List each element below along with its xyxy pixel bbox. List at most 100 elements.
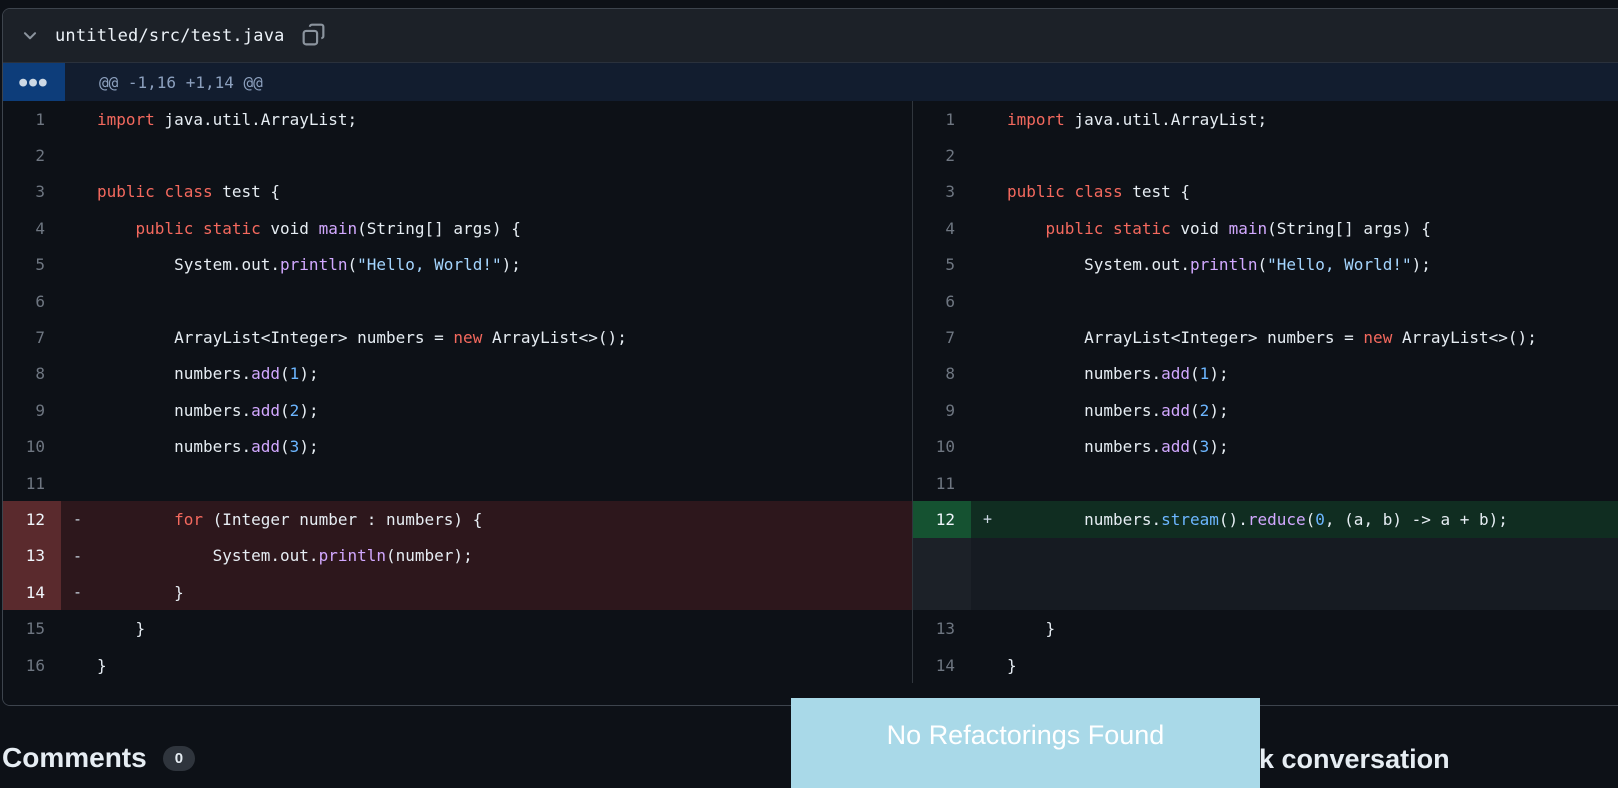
diff-row-removed: 13- System.out.println(number);: [3, 537, 912, 575]
chevron-down-icon[interactable]: [21, 27, 39, 45]
code-line: numbers.add(3);: [97, 437, 319, 457]
diff-row-removed: 14- }: [3, 574, 912, 611]
line-number[interactable]: 10: [3, 429, 61, 465]
code-line: public class test {: [97, 182, 281, 202]
code-line: numbers.add(2);: [1007, 400, 1229, 420]
code-line: }: [1007, 619, 1056, 639]
diff-row-context: 3 public class test {: [913, 174, 1618, 210]
lock-conversation-partial-label[interactable]: k conversation: [1259, 744, 1450, 775]
line-number[interactable]: 7: [3, 319, 61, 355]
line-number[interactable]: 9: [913, 392, 971, 428]
code-line: numbers.add(2);: [97, 400, 319, 420]
line-number[interactable]: 5: [3, 247, 61, 283]
line-number[interactable]: 1: [3, 101, 61, 137]
line-number[interactable]: 3: [913, 174, 971, 210]
diff-pane-old: 1 import java.util.ArrayList; 2 3 public cla…: [3, 101, 913, 684]
diff-panel: untitled/src/test.java ●●● @@ -1,16 +1,1…: [2, 8, 1618, 707]
line-number[interactable]: 15: [3, 610, 61, 646]
line-number[interactable]: 3: [3, 174, 61, 210]
line-number[interactable]: 11: [3, 465, 61, 501]
diff-pane-new: 1 import java.util.ArrayList; 2 3 public cla…: [913, 101, 1618, 683]
diff-row-context: 7 ArrayList<Integer> numbers = new Array…: [913, 319, 1618, 355]
line-number: [913, 574, 971, 611]
code-line: public class test {: [1007, 182, 1191, 202]
diff-row-context: 5 System.out.println("Hello, World!");: [3, 247, 912, 283]
line-number[interactable]: 5: [913, 247, 971, 283]
diff-row-context: 10 numbers.add(3);: [913, 429, 1618, 465]
diff-row-context: 10 numbers.add(3);: [3, 429, 912, 465]
line-number[interactable]: 12: [3, 501, 61, 538]
diff-row-context: 8 numbers.add(1);: [3, 356, 912, 392]
line-number[interactable]: 2: [913, 137, 971, 173]
diff-row-context: 4 public static void main(String[] args)…: [3, 210, 912, 246]
file-path: untitled/src/test.java: [55, 25, 285, 46]
diff-row-context: 1 import java.util.ArrayList;: [913, 101, 1618, 137]
diff-row-context: 7 ArrayList<Integer> numbers = new Array…: [3, 319, 912, 355]
diff-row-context: 3 public class test {: [3, 174, 912, 210]
code-line: import java.util.ArrayList;: [1007, 109, 1268, 129]
code-line: public static void main(String[] args) {: [1045, 218, 1431, 238]
diff-row-filler: [913, 537, 1618, 575]
line-number[interactable]: 9: [3, 392, 61, 428]
line-number[interactable]: 12: [913, 501, 971, 538]
code-line: System.out.println("Hello, World!");: [1007, 255, 1431, 275]
file-header: untitled/src/test.java: [3, 9, 1618, 63]
line-number: [913, 537, 971, 575]
diff-row-context: 6: [3, 283, 912, 319]
comments-title: Comments: [2, 742, 147, 773]
diff-row-context: 9 numbers.add(2);: [913, 392, 1618, 428]
copy-icon: [301, 22, 326, 50]
line-number[interactable]: 13: [913, 610, 971, 646]
line-number[interactable]: 6: [3, 283, 61, 319]
diff-row-context: 11: [913, 465, 1618, 501]
diff-row-context: 11: [3, 465, 912, 501]
line-number[interactable]: 16: [3, 647, 61, 683]
diff-row-filler: [913, 574, 1618, 611]
hunk-header-row: ●●● @@ -1,16 +1,14 @@: [3, 63, 1618, 101]
code-line: import java.util.ArrayList;: [97, 109, 358, 129]
diff-row-context: 13 }: [913, 610, 1618, 646]
code-line: numbers.stream().reduce(0, (a, b) -> a +…: [1007, 509, 1508, 529]
diff-row-removed: 12- for (Integer number : numbers) {: [3, 501, 912, 538]
line-number[interactable]: 4: [3, 210, 61, 246]
expand-hunk-button[interactable]: ●●●: [3, 63, 65, 101]
diff-row-context: 2: [913, 137, 1618, 173]
diff-marker: -: [73, 583, 83, 602]
code-line: for (Integer number : numbers) {: [174, 509, 483, 529]
code-line: ArrayList<Integer> numbers = new ArrayLi…: [97, 328, 627, 348]
diff-row-context: 1 import java.util.ArrayList;: [3, 101, 912, 137]
diff-row-context: 9 numbers.add(2);: [3, 392, 912, 428]
comments-header: Comments 0: [2, 742, 196, 774]
diff-row-context: 4 public static void main(String[] args)…: [913, 210, 1618, 246]
code-line: System.out.println(number);: [97, 546, 473, 566]
line-number[interactable]: 8: [3, 356, 61, 392]
diff-marker: -: [73, 546, 83, 565]
code-line: numbers.add(1);: [1007, 364, 1229, 384]
copy-path-button[interactable]: [299, 20, 328, 52]
diff-row-context: 6: [913, 283, 1618, 319]
line-number[interactable]: 11: [913, 465, 971, 501]
line-number[interactable]: 7: [913, 319, 971, 355]
line-number[interactable]: 10: [913, 429, 971, 465]
line-number[interactable]: 8: [913, 356, 971, 392]
code-line: public static void main(String[] args) {: [135, 218, 521, 238]
comments-count-badge: 0: [162, 745, 196, 771]
line-number[interactable]: 14: [913, 647, 971, 683]
split-diff: 1 import java.util.ArrayList; 2 3 public cla…: [3, 101, 1618, 706]
line-number[interactable]: 14: [3, 574, 61, 611]
diff-row-context: 15 }: [3, 610, 912, 646]
code-line: }: [97, 582, 184, 602]
code-line: ArrayList<Integer> numbers = new ArrayLi…: [1007, 328, 1537, 348]
code-line: }: [1007, 655, 1017, 675]
line-number[interactable]: 6: [913, 283, 971, 319]
line-number[interactable]: 4: [913, 210, 971, 246]
diff-row-context: 5 System.out.println("Hello, World!");: [913, 247, 1618, 283]
diff-row-context: 8 numbers.add(1);: [913, 356, 1618, 392]
line-number[interactable]: 1: [913, 101, 971, 137]
line-number[interactable]: 13: [3, 537, 61, 575]
ellipsis-icon: ●●●: [19, 74, 49, 90]
diff-row-added: 12 + numbers.stream().reduce(0, (a, b) ->…: [913, 501, 1618, 538]
line-number[interactable]: 2: [3, 137, 61, 173]
code-line: numbers.add(1);: [97, 364, 319, 384]
diff-marker: -: [73, 510, 83, 529]
